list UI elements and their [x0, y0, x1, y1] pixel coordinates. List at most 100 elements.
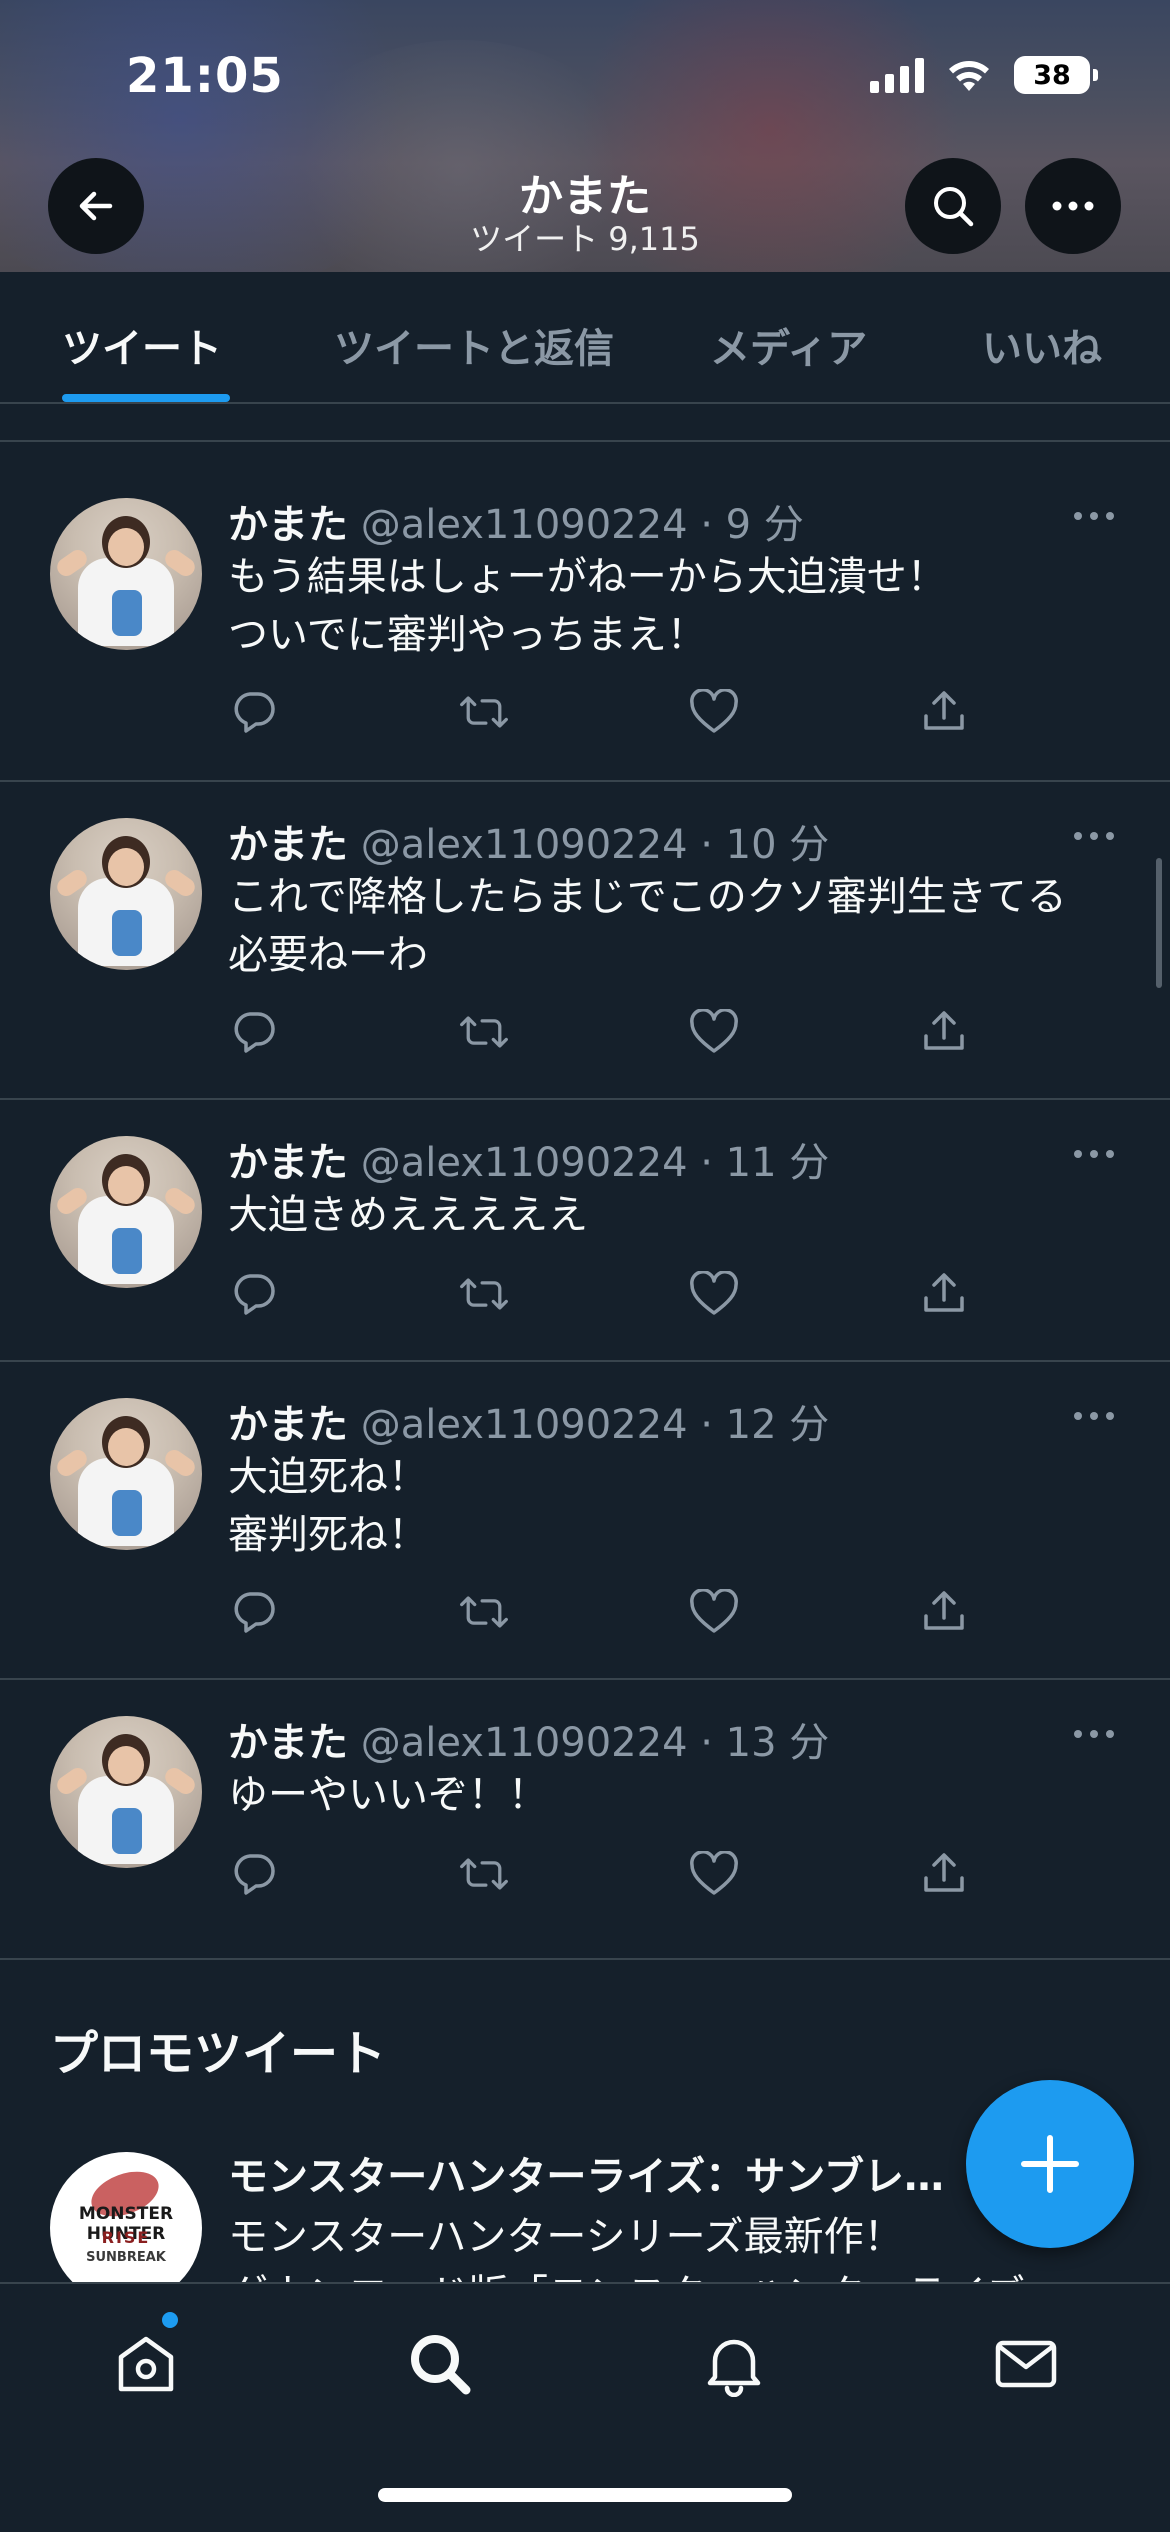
profile-header: 21:05 38 かまた ツイート 9,115: [0, 0, 1170, 272]
retweet-button[interactable]: [458, 1268, 510, 1320]
share-button[interactable]: [918, 1586, 970, 1638]
avatar[interactable]: [50, 498, 202, 650]
tweet-actions: [228, 1586, 988, 1638]
signal-icon: [870, 57, 924, 93]
tweet-text: もう結果はしょーがねーから大迫潰せ！ ついでに審判やっちまえ！: [228, 554, 947, 658]
heart-icon: [690, 689, 738, 733]
tweet-author-name[interactable]: かまた: [228, 502, 348, 548]
share-icon: [924, 1591, 964, 1630]
promo-account-name[interactable]: モンスターハンターライズ：サンブレ…: [228, 2144, 968, 2202]
reply-button[interactable]: [228, 1268, 280, 1320]
tab-likes[interactable]: いいね: [982, 316, 1102, 374]
home-indicator[interactable]: [378, 2488, 792, 2502]
avatar[interactable]: [50, 818, 202, 970]
like-button[interactable]: [688, 1268, 740, 1320]
tweet[interactable]: かまた @alex11090224 · 13 分 ゆーやいいぞ！！: [0, 1680, 1170, 1958]
home-icon: [118, 2336, 174, 2392]
wifi-icon: [949, 61, 989, 91]
heart-icon: [690, 1851, 738, 1895]
avatar[interactable]: [50, 1398, 202, 1550]
divider: [0, 1958, 1170, 1960]
status-icons: 38: [870, 56, 1098, 94]
tweet-author-name[interactable]: かまた: [228, 1720, 348, 1766]
heart-icon: [690, 1589, 738, 1633]
search-button[interactable]: [905, 158, 1001, 254]
tweet-header: かまた @alex11090224 · 13 分: [228, 1710, 829, 1768]
reply-button[interactable]: [228, 686, 280, 738]
tweet[interactable]: かまた @alex11090224 · 11 分 大迫きめえええええ: [0, 1100, 1170, 1360]
battery-icon: 38: [1014, 56, 1098, 94]
retweet-button[interactable]: [458, 1006, 510, 1058]
tweet-more-icon[interactable]: [1070, 504, 1118, 528]
tweet-header: かまた @alex11090224 · 10 分: [228, 812, 829, 870]
tweet-text: 大迫きめえええええ: [228, 1192, 588, 1238]
bell-icon: [707, 2339, 761, 2397]
tweet-more-icon[interactable]: [1070, 1722, 1118, 1746]
tweet-more-icon[interactable]: [1070, 1142, 1118, 1166]
share-icon: [924, 1273, 964, 1312]
nav-messages[interactable]: [986, 2324, 1066, 2404]
tweet-text: ゆーやいいぞ！！: [228, 1772, 548, 1818]
avatar[interactable]: [50, 1716, 202, 1868]
tweet-more-icon[interactable]: [1070, 1404, 1118, 1428]
reply-icon: [234, 1854, 275, 1895]
share-button[interactable]: [918, 1848, 970, 1900]
nav-search[interactable]: [400, 2324, 480, 2404]
mail-icon: [995, 2340, 1057, 2388]
nav-home[interactable]: [106, 2324, 186, 2404]
reply-icon: [234, 692, 275, 733]
tab-media[interactable]: メディア: [710, 316, 867, 374]
share-button[interactable]: [918, 686, 970, 738]
tweet-header: かまた @alex11090224 · 9 分: [228, 492, 804, 550]
heart-icon: [690, 1271, 738, 1315]
retweet-icon: [460, 1596, 508, 1628]
promo-logo-line2: RISE: [101, 2228, 151, 2247]
like-button[interactable]: [688, 1006, 740, 1058]
more-button[interactable]: [1025, 158, 1121, 254]
retweet-button[interactable]: [458, 1848, 510, 1900]
tab-tweets-and-replies[interactable]: ツイートと返信: [334, 316, 614, 374]
share-button[interactable]: [918, 1006, 970, 1058]
tweet-author-name[interactable]: かまた: [228, 1402, 348, 1448]
plus-icon: [1021, 2135, 1079, 2193]
tab-tweets[interactable]: ツイート: [62, 316, 222, 374]
heart-icon: [690, 1009, 738, 1053]
reply-icon: [234, 1274, 275, 1315]
tweet-more-icon[interactable]: [1070, 824, 1118, 848]
like-button[interactable]: [688, 686, 740, 738]
retweet-icon: [460, 1016, 508, 1048]
tweet[interactable]: かまた @alex11090224 · 12 分 大迫死ね！ 審判死ね！: [0, 1362, 1170, 1678]
tweet[interactable]: かまた @alex11090224 · 9 分 もう結果はしょーがねーから大迫潰…: [0, 442, 1170, 780]
like-button[interactable]: [688, 1586, 740, 1638]
retweet-button[interactable]: [458, 686, 510, 738]
more-icon: [1052, 201, 1094, 211]
nav-notifications[interactable]: [694, 2324, 774, 2404]
status-time: 21:05: [126, 48, 284, 104]
reply-button[interactable]: [228, 1848, 280, 1900]
scrollbar[interactable]: [1156, 858, 1162, 988]
tweet-actions: [228, 1848, 988, 1900]
share-icon: [924, 1011, 964, 1050]
tweet-actions: [228, 1006, 988, 1058]
promoted-tweets-heading: プロモツイート: [50, 2026, 387, 2082]
tweet[interactable]: かまた @alex11090224 · 10 分 これで降格したらまじでこのクソ…: [0, 782, 1170, 1098]
search-icon: [934, 187, 974, 227]
reply-button[interactable]: [228, 1586, 280, 1638]
tweet-text: これで降格したらまじでこのクソ審判生きてる 必要ねーわ: [228, 874, 1067, 978]
share-button[interactable]: [918, 1268, 970, 1320]
tweet-actions: [228, 686, 988, 738]
tweet-actions: [228, 1268, 988, 1320]
avatar[interactable]: [50, 1136, 202, 1288]
tweet-header: かまた @alex11090224 · 12 分: [228, 1392, 829, 1450]
tweet-author-name[interactable]: かまた: [228, 1140, 348, 1186]
compose-tweet-button[interactable]: [966, 2080, 1134, 2248]
tweet-author-name[interactable]: かまた: [228, 822, 348, 868]
reply-button[interactable]: [228, 1006, 280, 1058]
retweet-button[interactable]: [458, 1586, 510, 1638]
retweet-icon: [460, 696, 508, 728]
tweet-handle-time: @alex11090224 · 10 分: [360, 822, 830, 868]
retweet-icon: [460, 1858, 508, 1890]
tweet-handle-time: @alex11090224 · 12 分: [360, 1402, 830, 1448]
reply-icon: [234, 1592, 275, 1633]
like-button[interactable]: [688, 1848, 740, 1900]
